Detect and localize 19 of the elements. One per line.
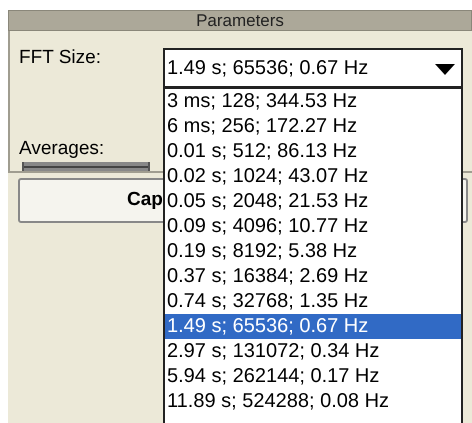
- dropdown-option[interactable]: 0.01 s; 512; 86.13 Hz: [165, 139, 461, 164]
- dropdown-option[interactable]: 0.74 s; 32768; 1.35 Hz: [165, 289, 461, 314]
- dropdown-option[interactable]: 0.09 s; 4096; 10.77 Hz: [165, 214, 461, 239]
- dropdown-option[interactable]: 0.37 s; 16384; 2.69 Hz: [165, 264, 461, 289]
- dropdown-option[interactable]: 11.89 s; 524288; 0.08 Hz: [165, 389, 461, 414]
- dropdown-option[interactable]: 2.97 s; 131072; 0.34 Hz: [165, 339, 461, 364]
- panel-title: Parameters: [196, 10, 284, 32]
- dropdown-option[interactable]: 6 ms; 256; 172.27 Hz: [165, 114, 461, 139]
- dropdown-option[interactable]: 0.02 s; 1024; 43.07 Hz: [165, 164, 461, 189]
- selected-value: 1.49 s; 65536; 0.67 Hz: [167, 56, 368, 81]
- dropdown-option[interactable]: 0.05 s; 2048; 21.53 Hz: [165, 189, 461, 214]
- dropdown-option[interactable]: 1.49 s; 65536; 0.67 Hz: [165, 314, 461, 339]
- field-label: Averages:: [19, 137, 104, 161]
- dropdown-option[interactable]: 3 ms; 128; 344.53 Hz: [165, 89, 461, 114]
- dropdown-arrow-icon: [435, 64, 455, 75]
- fft-size-dropdown[interactable]: 1.49 s; 65536; 0.67 Hz: [163, 48, 463, 88]
- dropdown-option[interactable]: 0.19 s; 8192; 5.38 Hz: [165, 239, 461, 264]
- field-label: FFT Size:: [19, 46, 101, 70]
- dropdown-option[interactable]: 5.94 s; 262144; 0.17 Hz: [165, 364, 461, 389]
